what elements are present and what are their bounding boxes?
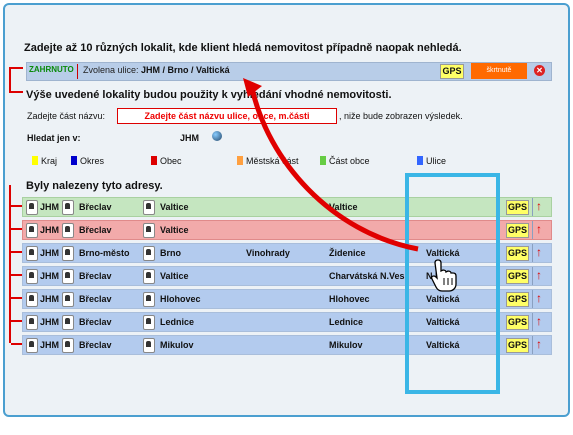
annotation-overlay (243, 78, 457, 292)
hand-cursor-icon (430, 259, 457, 292)
annotation-arrow (249, 87, 419, 252)
